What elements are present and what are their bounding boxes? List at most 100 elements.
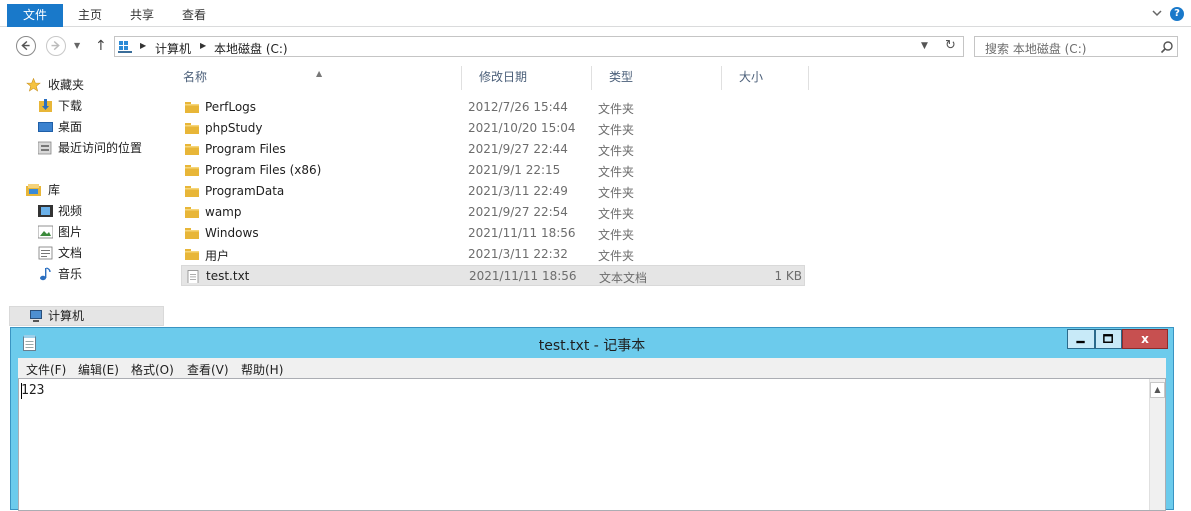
breadcrumb-separator-icon[interactable]: ▶ xyxy=(140,41,146,50)
nav-item-documents[interactable]: 文档 xyxy=(38,243,83,263)
nav-item-desktop[interactable]: 桌面 xyxy=(38,117,83,137)
close-icon: x xyxy=(1141,332,1149,346)
scroll-up-arrow-icon[interactable]: ▲ xyxy=(1150,382,1165,398)
arrow-left-icon xyxy=(21,40,30,51)
folder-icon xyxy=(185,249,199,260)
minimize-button[interactable] xyxy=(1067,329,1095,349)
download-folder-icon xyxy=(39,99,52,112)
tab-home[interactable]: 主页 xyxy=(66,4,114,27)
file-name: 用户 xyxy=(205,249,230,263)
address-bar[interactable]: ▶ 计算机 ▶ 本地磁盘 (C:) ▼ ↻ xyxy=(114,36,964,57)
file-date: 2021/10/20 15:04 xyxy=(468,121,576,135)
nav-item-downloads[interactable]: 下载 xyxy=(39,96,83,116)
nav-item-label: 下载 xyxy=(58,99,83,113)
file-date: 2012/7/26 15:44 xyxy=(468,100,568,114)
nav-item-label: 最近访问的位置 xyxy=(58,141,143,155)
folder-icon xyxy=(185,123,199,134)
nav-favorites-label: 收藏夹 xyxy=(48,78,85,92)
music-note-icon xyxy=(40,267,51,281)
notepad-titlebar[interactable]: test.txt - 记事本 x xyxy=(11,328,1173,358)
video-icon xyxy=(38,205,53,217)
column-header-label: 修改日期 xyxy=(479,70,528,84)
nav-computer[interactable]: 计算机 xyxy=(9,306,164,326)
nav-item-recent-places[interactable]: 最近访问的位置 xyxy=(38,138,143,158)
ribbon-expand-chevron-icon[interactable] xyxy=(1151,7,1163,19)
ribbon-tabs: 文件 主页 共享 查看 ? xyxy=(0,0,1191,27)
nav-favorites[interactable]: 收藏夹 xyxy=(26,75,85,95)
file-row[interactable]: wamp 2021/9/27 22:54 文件夹 xyxy=(181,202,805,223)
breadcrumb-computer[interactable]: 计算机 xyxy=(155,40,191,57)
menu-view[interactable]: 查看(V) xyxy=(187,361,229,378)
file-name: Windows xyxy=(205,226,259,240)
menu-help[interactable]: 帮助(H) xyxy=(241,361,283,378)
document-icon xyxy=(38,246,53,260)
library-icon xyxy=(26,184,41,196)
file-date: 2021/9/27 22:44 xyxy=(468,142,568,156)
column-header-label: 名称 xyxy=(183,70,208,84)
nav-item-label: 文档 xyxy=(58,246,83,260)
breadcrumb-separator-icon[interactable]: ▶ xyxy=(200,41,206,50)
file-row[interactable]: Windows 2021/11/11 18:56 文件夹 xyxy=(181,223,805,244)
recent-locations-chevron-icon[interactable]: ▼ xyxy=(74,41,80,50)
explorer-window: 文件 主页 共享 查看 ? ▼ ↑ ▶ 计算机 ▶ 本地磁盘 (C:) ▼ ↻ … xyxy=(0,0,1191,330)
tab-share[interactable]: 共享 xyxy=(118,4,166,27)
nav-item-videos[interactable]: 视频 xyxy=(38,201,83,221)
menu-file[interactable]: 文件(F) xyxy=(26,361,66,378)
menu-format[interactable]: 格式(O) xyxy=(131,361,174,378)
file-row[interactable]: Program Files 2021/9/27 22:44 文件夹 xyxy=(181,139,805,160)
desktop-icon xyxy=(38,122,53,132)
text-file-icon xyxy=(187,270,199,283)
file-date: 2021/3/11 22:32 xyxy=(468,247,568,261)
back-button[interactable] xyxy=(16,36,36,56)
file-type: 文本文档 xyxy=(599,271,648,285)
file-name: test.txt xyxy=(206,269,250,283)
notepad-text-area[interactable]: 123 ▲ xyxy=(18,378,1166,511)
computer-icon xyxy=(118,41,132,53)
forward-button[interactable] xyxy=(46,36,66,56)
folder-icon xyxy=(185,228,199,239)
up-arrow-icon[interactable]: ↑ xyxy=(95,38,107,54)
text-caret xyxy=(21,383,22,399)
nav-item-label: 桌面 xyxy=(58,120,83,134)
file-name: ProgramData xyxy=(205,184,285,198)
file-date: 2021/11/11 18:56 xyxy=(469,269,577,283)
file-type: 文件夹 xyxy=(598,102,635,116)
vertical-scrollbar[interactable]: ▲ xyxy=(1149,379,1165,510)
breadcrumb-local-disk[interactable]: 本地磁盘 (C:) xyxy=(214,40,288,57)
menu-edit[interactable]: 编辑(E) xyxy=(78,361,119,378)
nav-computer-label: 计算机 xyxy=(48,309,85,323)
column-header-size[interactable]: 大小 xyxy=(722,66,809,90)
file-name: Program Files xyxy=(205,142,286,156)
arrow-right-icon xyxy=(51,40,60,51)
close-button[interactable]: x xyxy=(1122,329,1168,349)
tab-file[interactable]: 文件 xyxy=(7,4,63,27)
nav-item-label: 图片 xyxy=(58,225,83,239)
file-row[interactable]: PerfLogs 2012/7/26 15:44 文件夹 xyxy=(181,97,805,118)
column-header-date[interactable]: 修改日期 xyxy=(462,66,592,90)
address-dropdown-icon[interactable]: ▼ xyxy=(921,41,928,51)
tab-view[interactable]: 查看 xyxy=(170,4,218,27)
search-icon[interactable] xyxy=(1160,40,1174,54)
file-row[interactable]: phpStudy 2021/10/20 15:04 文件夹 xyxy=(181,118,805,139)
refresh-icon[interactable]: ↻ xyxy=(945,38,956,53)
column-header-name[interactable]: ▲ 名称 xyxy=(166,66,462,90)
file-type: 文件夹 xyxy=(598,228,635,242)
nav-item-label: 视频 xyxy=(58,204,83,218)
file-date: 2021/3/11 22:49 xyxy=(468,184,568,198)
file-row[interactable]: test.txt 2021/11/11 18:56 文本文档 1 KB xyxy=(181,265,805,286)
column-header-type[interactable]: 类型 xyxy=(592,66,722,90)
file-list: ▲ 名称 修改日期 类型 大小 PerfLogs 2012/7/26 15:44 文… xyxy=(166,66,816,296)
nav-libraries[interactable]: 库 xyxy=(26,180,60,200)
help-icon[interactable]: ? xyxy=(1170,7,1184,21)
file-name: Program Files (x86) xyxy=(205,163,322,177)
nav-item-music[interactable]: 音乐 xyxy=(40,264,82,284)
nav-item-pictures[interactable]: 图片 xyxy=(38,222,83,242)
file-row[interactable]: ProgramData 2021/3/11 22:49 文件夹 xyxy=(181,181,805,202)
maximize-button[interactable] xyxy=(1095,329,1122,349)
search-input[interactable]: 搜索 本地磁盘 (C:) xyxy=(974,36,1178,57)
file-date: 2021/11/11 18:56 xyxy=(468,226,576,240)
file-row[interactable]: 用户 2021/3/11 22:32 文件夹 xyxy=(181,244,805,265)
file-name: wamp xyxy=(205,205,242,219)
file-row[interactable]: Program Files (x86) 2021/9/1 22:15 文件夹 xyxy=(181,160,805,181)
folder-icon xyxy=(185,165,199,176)
